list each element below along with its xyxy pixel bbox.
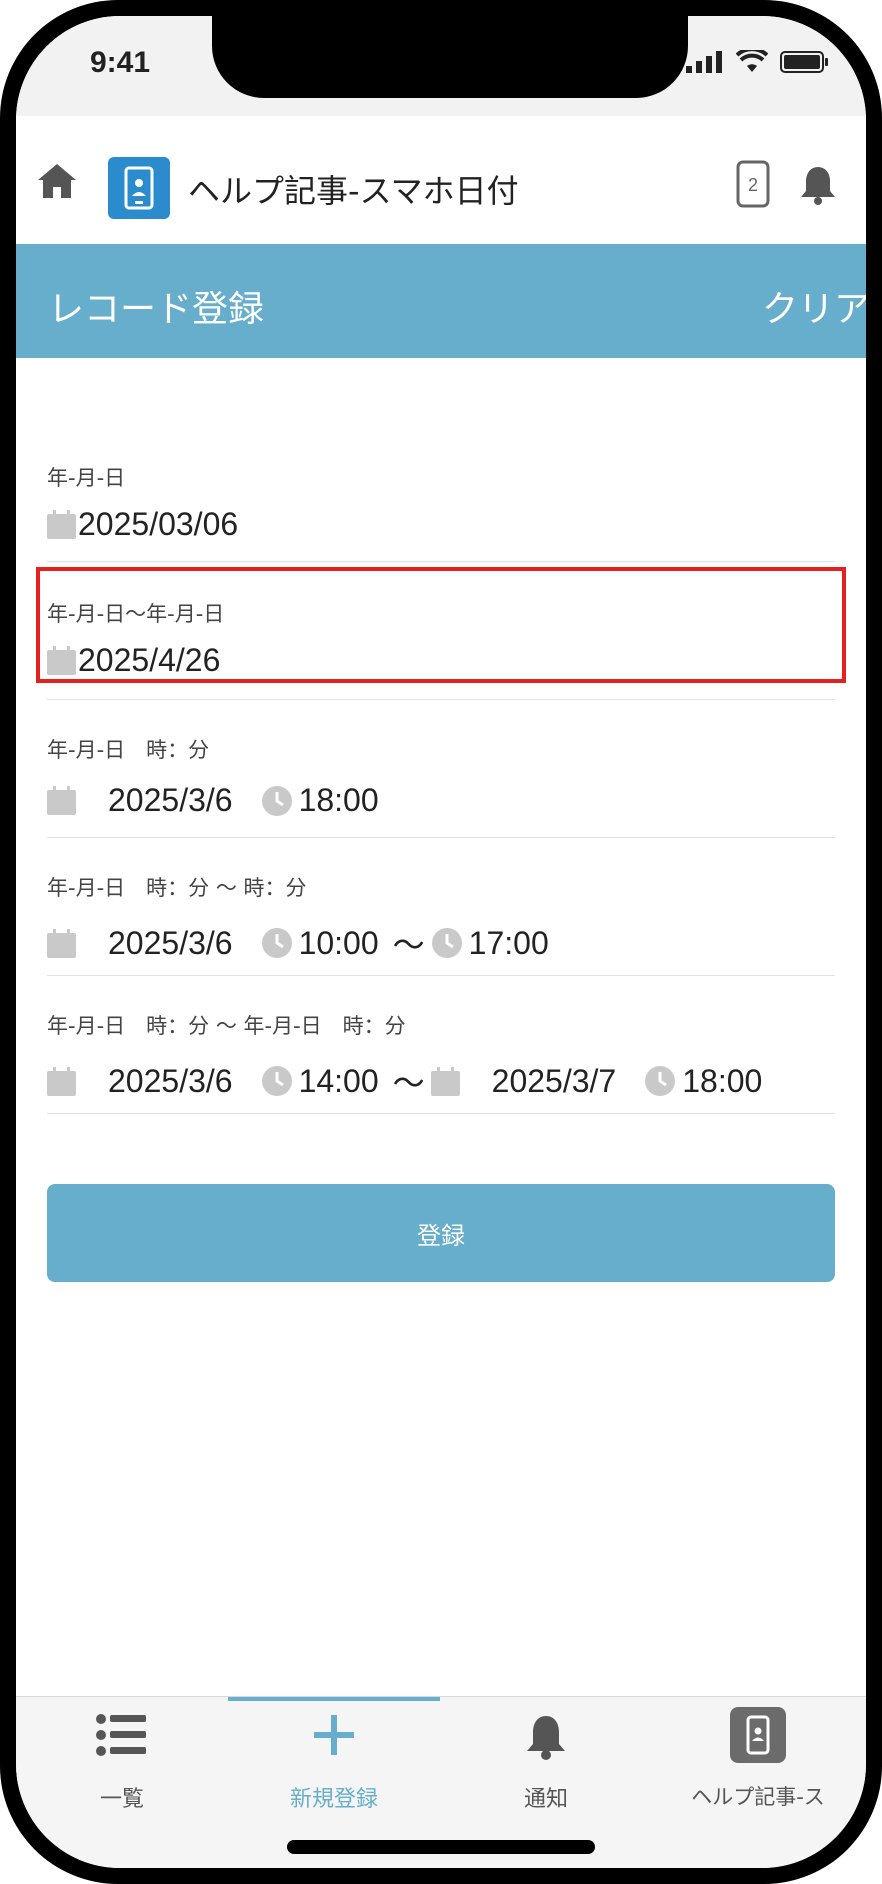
- date-field[interactable]: 年-月-日 2025/03/06: [47, 440, 835, 562]
- tab-notifications[interactable]: 通知: [440, 1697, 652, 1817]
- register-button[interactable]: 登録: [47, 1184, 835, 1282]
- field-value[interactable]: 2025/3/6 14:00 〜 2025/3/7 18:00: [47, 1058, 762, 1104]
- tab-help-app[interactable]: ヘルプ記事-ス: [652, 1697, 864, 1817]
- app-logo: [108, 157, 170, 219]
- bell-icon[interactable]: [798, 164, 838, 206]
- smartphone-icon: 2: [736, 160, 770, 208]
- datetime-full-range-field[interactable]: 年-月-日 時：分 〜 年-月-日 時：分 2025/3/6 14:00 〜 2…: [47, 976, 835, 1114]
- clear-button[interactable]: クリア: [762, 280, 866, 332]
- clock-icon: [261, 1066, 292, 1096]
- end-time-value: 17:00: [468, 924, 549, 961]
- clock-icon: [431, 928, 462, 958]
- field-value[interactable]: 2025/03/06: [47, 506, 238, 543]
- clock-icon: [261, 928, 292, 958]
- range-separator: 〜: [392, 927, 425, 963]
- field-value[interactable]: 2025/3/6 18:00: [47, 782, 379, 819]
- list-icon: [96, 1714, 146, 1756]
- tab-new-record[interactable]: 新規登録: [228, 1697, 440, 1817]
- battery-icon: [780, 51, 828, 73]
- highlight-box: [36, 567, 846, 683]
- app-icon: [730, 1707, 786, 1763]
- phone-frame: 9:41 ヘルプ記事-スマホ日付 2 レコード登録 クリア 年-月-日 2025…: [0, 0, 882, 1884]
- field-value[interactable]: 2025/3/6 10:00 〜 17:00: [47, 920, 549, 966]
- calendar-icon: [47, 786, 76, 815]
- clock-icon: [645, 1066, 676, 1096]
- device-switch-button[interactable]: 2: [736, 160, 770, 208]
- end-date-value: 2025/3/7: [491, 1062, 617, 1099]
- date-value: 2025/3/6: [108, 782, 233, 818]
- start-time-value: 10:00: [298, 924, 379, 961]
- signal-icon: [686, 51, 722, 73]
- calendar-icon: [430, 1066, 460, 1096]
- home-indicator: [287, 1840, 595, 1854]
- app-header: ヘルプ記事-スマホ日付 2: [16, 116, 866, 244]
- smartphone-app-icon: [124, 166, 154, 210]
- status-time: 9:41: [90, 46, 151, 79]
- clock-icon: [261, 785, 292, 816]
- device-badge: 2: [748, 175, 758, 195]
- datetime-field[interactable]: 年-月-日 時：分 2025/3/6 18:00: [47, 700, 835, 838]
- field-label: 年-月-日 時：分 〜 時：分: [47, 876, 307, 900]
- tab-label: 新規登録: [289, 1787, 378, 1812]
- tab-label: 一覧: [99, 1787, 144, 1812]
- tab-label: 通知: [523, 1787, 568, 1812]
- date-value: 2025/3/6: [108, 924, 233, 961]
- page-title: レコード登録: [48, 289, 265, 330]
- screen: 9:41 ヘルプ記事-スマホ日付 2 レコード登録 クリア 年-月-日 2025…: [16, 16, 866, 1868]
- wifi-icon: [736, 50, 768, 72]
- calendar-icon: [47, 1066, 76, 1096]
- notch: [212, 16, 688, 98]
- tab-label: ヘルプ記事-ス: [691, 1785, 825, 1809]
- plus-icon: [314, 1715, 354, 1755]
- page-header-bar: レコード登録 クリア: [16, 244, 866, 358]
- field-label: 年-月-日 時：分: [47, 738, 210, 762]
- time-value: 18:00: [298, 782, 379, 818]
- field-label: 年-月-日 時：分 〜 年-月-日 時：分: [47, 1014, 406, 1038]
- start-date-value: 2025/3/6: [108, 1062, 233, 1099]
- tab-list[interactable]: 一覧: [16, 1697, 228, 1817]
- app-title: ヘルプ記事-スマホ日付: [188, 172, 519, 210]
- field-label: 年-月-日: [47, 466, 126, 490]
- range-separator: 〜: [392, 1065, 425, 1101]
- end-time-value: 18:00: [682, 1062, 763, 1099]
- calendar-icon: [47, 928, 76, 958]
- datetime-range-field[interactable]: 年-月-日 時：分 〜 時：分 2025/3/6 10:00 〜 17:00: [47, 838, 835, 976]
- home-icon[interactable]: [34, 158, 80, 204]
- bell-icon: [527, 1716, 565, 1760]
- date-value: 2025/03/06: [78, 506, 239, 542]
- status-icons: [686, 50, 830, 74]
- calendar-icon: [47, 510, 76, 539]
- start-time-value: 14:00: [298, 1062, 379, 1099]
